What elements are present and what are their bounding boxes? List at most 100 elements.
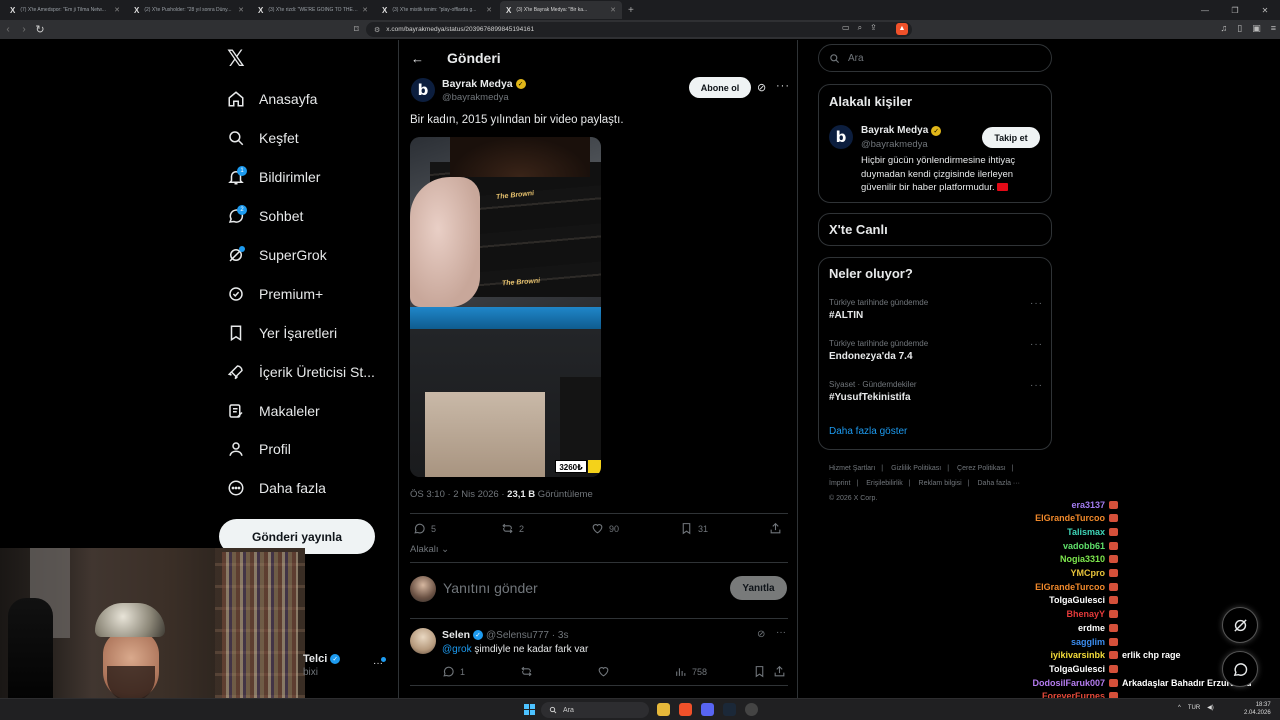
language-indicator[interactable]: TUR [1188, 705, 1200, 711]
browser-tab-active[interactable]: X (3) X'te Bayrak Medya: "Bir ka... ✕ [500, 1, 622, 19]
more-options-icon[interactable]: ··· [776, 627, 786, 638]
browser-tab[interactable]: X (3) X'te mistik tenim: "play-offlarda g… [376, 1, 498, 19]
nav-item-articles[interactable]: Makaleler [224, 391, 394, 430]
chat-username[interactable]: iyikivarsinbk [1000, 650, 1105, 660]
like-action[interactable]: 90 [591, 522, 619, 535]
taskbar-clock[interactable]: 18:37 2.04.2026 [1244, 701, 1271, 717]
browser-tab[interactable]: X (2) X'te Pusholder: "28 yıl sonra Düny.… [128, 1, 250, 19]
chat-username[interactable]: TolgaGulesci [1000, 595, 1105, 605]
chat-username[interactable]: ElGrandeTurcoo [1000, 513, 1105, 523]
like-action[interactable] [597, 665, 610, 678]
grok-explain-icon[interactable]: ⊘ [757, 81, 766, 94]
new-tab-button[interactable]: + [628, 5, 634, 16]
more-options-icon[interactable]: ··· [1030, 298, 1043, 309]
current-user-avatar[interactable] [410, 576, 436, 602]
close-icon[interactable]: ✕ [610, 6, 616, 14]
grok-explain-icon[interactable]: ⊘ [757, 629, 765, 640]
x-logo-icon[interactable]: 𝕏 [227, 47, 245, 72]
chat-username[interactable]: YMCpro [1000, 568, 1106, 578]
obs-icon[interactable] [745, 703, 758, 716]
forward-icon[interactable]: › [16, 24, 32, 35]
footer-link[interactable]: Çerez Politikası [957, 465, 1006, 472]
trend-item[interactable]: Türkiye tarihinde gündemde Endonezya'da … [829, 339, 1043, 362]
url-field[interactable]: ⚙ x.com/bayrakmedya/status/2039676899845… [366, 22, 912, 37]
share-action[interactable] [773, 665, 786, 678]
music-icon[interactable]: ♫ [1221, 23, 1228, 34]
site-info-icon[interactable]: ⚙ [374, 26, 380, 34]
file-explorer-icon[interactable] [657, 703, 670, 716]
messages-fab[interactable] [1222, 651, 1258, 687]
reply-action[interactable]: 1 [442, 665, 465, 678]
menu-icon[interactable]: ≡ [1271, 23, 1276, 34]
chat-username[interactable]: DodosilFaruk007 [1000, 678, 1105, 688]
more-options-icon[interactable]: ··· [776, 80, 790, 92]
browser-tab[interactable]: X (3) X'te rizdi: "WE'RE GOING TO THE W..… [252, 1, 374, 19]
chat-username[interactable]: vadobb61 [1000, 541, 1105, 551]
author-name[interactable]: Bayrak Medya ✓ [442, 78, 526, 90]
footer-link[interactable]: İmprint [829, 480, 850, 487]
repost-action[interactable]: 2 [501, 522, 524, 535]
bookmark-action[interactable]: 31 [680, 522, 708, 535]
author-avatar[interactable]: b [411, 78, 435, 102]
related-toggle[interactable]: Alakalı ⌄ [410, 544, 449, 555]
back-arrow-icon[interactable]: ← [411, 51, 424, 66]
person-handle[interactable]: @bayrakmedya [861, 139, 928, 150]
browser-tab[interactable]: X (7) X'te Amedspor: "Em ji Tilma Netw...… [4, 1, 126, 19]
author-handle[interactable]: @bayrakmedya [442, 92, 509, 103]
more-options-icon[interactable]: ··· [1030, 380, 1043, 391]
screen-icon[interactable]: ▭ [842, 23, 850, 33]
steam-icon[interactable] [723, 703, 736, 716]
chat-username[interactable]: era3137 [1000, 500, 1105, 510]
nav-item-supergrok[interactable]: SuperGrok [224, 236, 394, 275]
back-icon[interactable]: ‹ [0, 24, 16, 35]
mention-link[interactable]: @grok [442, 644, 472, 655]
follow-button[interactable]: Takip et [982, 127, 1040, 148]
close-icon[interactable]: ✕ [486, 6, 492, 14]
comment-author[interactable]: Selen ✓ @Selensu777 · 3s [442, 629, 568, 641]
wallet-icon[interactable]: ▣ [1252, 23, 1261, 34]
nav-item-creator-studio[interactable]: İçerik Üreticisi St... [224, 352, 394, 391]
taskbar-search[interactable]: Ara [541, 702, 649, 718]
reply-action[interactable]: 5 [413, 522, 436, 535]
person-name[interactable]: Bayrak Medya ✓ [861, 125, 942, 136]
chat-username[interactable]: erdme [1000, 623, 1105, 633]
bookmark-page-icon[interactable]: ⌑ [354, 24, 359, 35]
bookmark-action[interactable] [753, 665, 766, 678]
close-window-icon[interactable]: ✕ [1250, 6, 1280, 15]
nav-item-chat[interactable]: 2 Sohbet [224, 197, 394, 236]
nav-item-premium[interactable]: Premium+ [224, 274, 394, 313]
nav-item-bookmarks[interactable]: Yer İşaretleri [224, 313, 394, 352]
footer-link[interactable]: Reklam bilgisi [919, 480, 962, 487]
live-card[interactable]: X'te Canlı [818, 213, 1052, 246]
nav-item-home[interactable]: Anasayfa [224, 80, 394, 119]
minimize-icon[interactable]: — [1190, 6, 1220, 15]
share-action[interactable] [769, 522, 782, 535]
footer-link[interactable]: Hizmet Şartları [829, 465, 875, 472]
brave-shield-icon[interactable]: ▲ [896, 23, 908, 35]
person-avatar[interactable]: b [829, 125, 853, 149]
close-icon[interactable]: ✕ [362, 6, 368, 14]
subscribe-button[interactable]: Abone ol [689, 77, 751, 98]
footer-link[interactable]: Gizlilik Politikası [891, 465, 941, 472]
trend-item[interactable]: Siyaset · Gündemdekiler #YusufTekinistif… [829, 380, 1043, 403]
discord-icon[interactable] [701, 703, 714, 716]
chat-username[interactable]: Talismax [1000, 527, 1105, 537]
sidebar-icon[interactable]: ▯ [1237, 23, 1242, 34]
footer-link[interactable]: Erişilebilirlik [866, 480, 903, 487]
grok-fab[interactable] [1222, 607, 1258, 643]
reply-button[interactable]: Yanıtla [730, 576, 787, 600]
search-input[interactable]: Ara [818, 44, 1052, 72]
post-time[interactable]: ÖS 3:10 · 2 Nis 2026 · [410, 489, 507, 500]
nav-item-explore[interactable]: Keşfet [224, 119, 394, 158]
brave-browser-icon[interactable] [679, 703, 692, 716]
chat-username[interactable]: Nogia3310 [1000, 554, 1105, 564]
chat-username[interactable]: TolgaGulesci [1000, 664, 1105, 674]
chat-username[interactable]: ElGrandeTurcoo [1000, 582, 1105, 592]
close-icon[interactable]: ✕ [238, 6, 244, 14]
trend-item[interactable]: Türkiye tarihinde gündemde #ALTIN ··· [829, 298, 1043, 321]
windows-start-icon[interactable] [524, 704, 535, 715]
nav-item-profile[interactable]: Profil [224, 430, 394, 469]
share-icon[interactable]: ⇪ [870, 23, 877, 33]
nav-item-notifications[interactable]: 1 Bildirimler [224, 158, 394, 197]
close-icon[interactable]: ✕ [114, 6, 120, 14]
